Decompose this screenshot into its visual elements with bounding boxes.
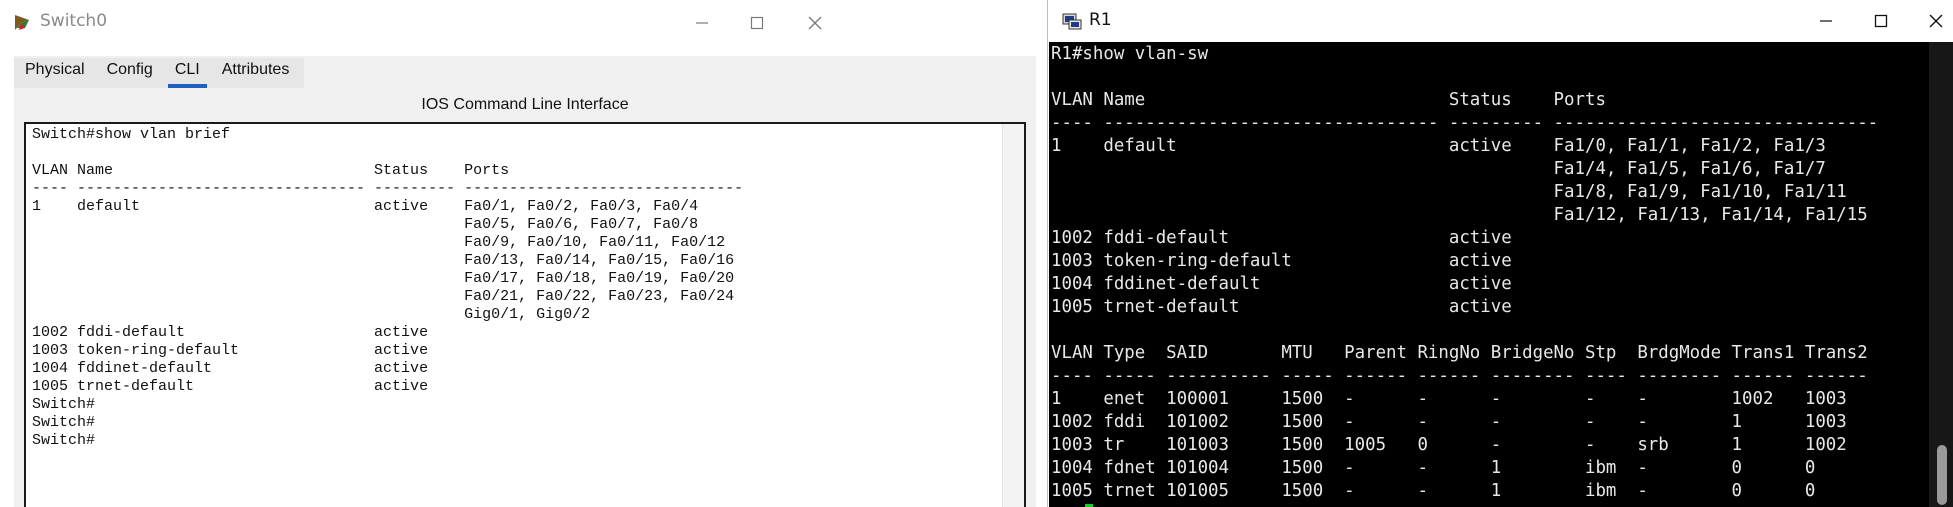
r1-titlebar[interactable]: R1 [1049, 0, 1953, 42]
terminal-scrollbar[interactable] [1929, 42, 1953, 507]
r1-terminal-window: R1 R1#show vlan-sw VLAN Name Status Port… [1049, 0, 1953, 507]
device-tabs: Physical Config CLI Attributes [14, 58, 304, 88]
maximize-icon [750, 16, 764, 29]
minimize-button[interactable] [1796, 0, 1856, 42]
switch0-window: Switch0 Physical Config CLI Attributes I… [0, 0, 1048, 507]
maximize-icon [1874, 14, 1888, 28]
tab-cli[interactable]: CLI [164, 58, 211, 88]
maximize-button[interactable] [727, 0, 787, 45]
packet-tracer-icon [15, 15, 29, 30]
cli-output: Switch#show vlan brief VLAN Name Status … [32, 126, 744, 449]
window-title: R1 [1089, 10, 1112, 30]
terminal-app-icon [1062, 13, 1082, 30]
switch0-titlebar[interactable]: Switch0 [0, 0, 1047, 45]
cli-heading: IOS Command Line Interface [421, 96, 629, 113]
minimize-button[interactable] [672, 0, 732, 45]
minimize-icon [1820, 20, 1832, 22]
terminal-output: R1#show vlan-sw VLAN Name Status Ports -… [1051, 44, 1879, 501]
cli-panel: IOS Command Line Interface Switch#show v… [14, 88, 1036, 507]
maximize-button[interactable] [1851, 0, 1911, 42]
scrollbar-thumb[interactable] [1937, 445, 1947, 505]
window-title: Switch0 [40, 11, 108, 31]
close-button[interactable] [1906, 0, 1953, 42]
tab-physical[interactable]: Physical [14, 58, 96, 88]
close-icon [808, 16, 822, 29]
close-button[interactable] [785, 0, 845, 45]
close-icon [1929, 14, 1943, 28]
cli-console[interactable]: Switch#show vlan brief VLAN Name Status … [24, 122, 1026, 507]
minimize-icon [696, 21, 708, 24]
tab-config[interactable]: Config [96, 58, 164, 88]
cli-scrollbar[interactable] [1002, 124, 1024, 507]
tab-attributes[interactable]: Attributes [211, 58, 301, 88]
terminal-console[interactable]: R1#show vlan-sw VLAN Name Status Ports -… [1049, 42, 1929, 507]
